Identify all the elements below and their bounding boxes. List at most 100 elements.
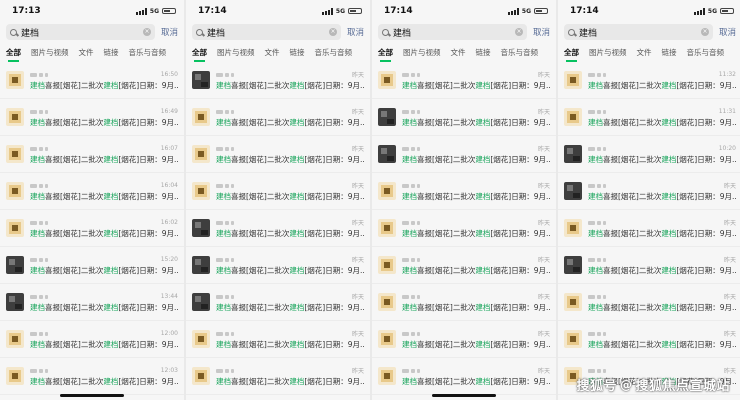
message-meta: 昨天 建档喜报[烟花]二批次建档[烟花]日期：9月... (402, 254, 550, 276)
list-item[interactable]: 昨天 建档喜报[烟花]二批次建档[烟花]日期：9月... (558, 284, 740, 321)
list-item[interactable]: 昨天 建档喜报[烟花]二批次建档[烟花]日期：9月... (186, 136, 370, 173)
blurred-sender (402, 72, 420, 77)
clear-icon[interactable]: × (328, 28, 337, 36)
tab-3[interactable]: 链接 (290, 47, 305, 58)
list-item[interactable]: 15:20 建档喜报[烟花]二批次建档[烟花]日期：9月... (0, 247, 184, 284)
message-time: 昨天 (351, 294, 364, 301)
message-time: 昨天 (537, 257, 550, 264)
message-text-tail: [烟花]日期：9月... (304, 81, 364, 90)
list-item[interactable]: 16:02 建档喜报[烟花]二批次建档[烟花]日期：9月... (0, 210, 184, 247)
keyword-highlight: 建档 (588, 81, 603, 90)
cancel-button[interactable]: 取消 (347, 26, 364, 38)
tab-0[interactable]: 全部 (6, 47, 21, 62)
list-item[interactable]: 昨天 建档喜报[烟花]二批次建档[烟花]日期：9月... (186, 62, 370, 99)
search-icon (382, 28, 389, 36)
search-input[interactable]: 建档 × (564, 24, 713, 40)
tab-2[interactable]: 文件 (79, 47, 94, 58)
tab-4[interactable]: 音乐与音频 (501, 47, 539, 58)
list-item[interactable]: 昨天 建档喜报[烟花]二批次建档[烟花]日期：9月... (186, 321, 370, 358)
message-text: 喜报[烟花]二批次 (231, 266, 290, 275)
message-time: 昨天 (351, 368, 364, 375)
avatar (192, 256, 210, 274)
blurred-sender (402, 109, 420, 114)
tab-0[interactable]: 全部 (192, 47, 207, 62)
tab-0[interactable]: 全部 (378, 47, 393, 62)
tab-3[interactable]: 链接 (104, 47, 119, 58)
list-item[interactable]: 昨天 建档喜报[烟花]二批次建档[烟花]日期：9月... (186, 247, 370, 284)
list-item[interactable]: 昨天 建档喜报[烟花]二批次建档[烟花]日期：9月... (372, 99, 556, 136)
message-preview: 建档喜报[烟花]二批次建档[烟花]日期：9月... (216, 302, 364, 313)
status-time: 17:14 (384, 6, 413, 16)
list-item[interactable]: 昨天 建档喜报[烟花]二批次建档[烟花]日期：9月... (186, 173, 370, 210)
list-item[interactable]: 12:00 建档喜报[烟花]二批次建档[烟花]日期：9月... (0, 321, 184, 358)
message-time: 昨天 (723, 294, 736, 301)
tab-1[interactable]: 图片与视频 (217, 47, 255, 58)
message-text: 喜报[烟花]二批次 (603, 155, 662, 164)
clear-icon[interactable]: × (142, 28, 151, 36)
message-text-tail: [烟花]日期：9月... (676, 81, 736, 90)
list-item[interactable]: 16:50 建档喜报[烟花]二批次建档[烟花]日期：9月... (0, 62, 184, 99)
list-item[interactable]: 昨天 建档喜报[烟花]二批次建档[烟花]日期：9月... (372, 247, 556, 284)
list-item[interactable]: 昨天 建档喜报[烟花]二批次建档[烟花]日期：9月... (186, 358, 370, 395)
keyword-highlight: 建档 (661, 340, 677, 349)
list-item[interactable]: 11:31 建档喜报[烟花]二批次建档[烟花]日期：9月... (558, 99, 740, 136)
tab-2[interactable]: 文件 (265, 47, 280, 58)
keyword-highlight: 建档 (588, 266, 603, 275)
tab-3[interactable]: 链接 (476, 47, 491, 58)
message-time: 16:50 (160, 71, 178, 78)
search-input[interactable]: 建档 × (192, 24, 341, 40)
search-input[interactable]: 建档 × (6, 24, 155, 40)
battery-icon (162, 8, 176, 14)
avatar (378, 219, 396, 237)
list-item[interactable]: 昨天 建档喜报[烟花]二批次建档[烟花]日期：9月... (372, 321, 556, 358)
blurred-sender (30, 220, 48, 225)
list-item[interactable]: 昨天 建档喜报[烟花]二批次建档[烟花]日期：9月... (558, 247, 740, 284)
keyword-highlight: 建档 (30, 229, 45, 238)
tab-2[interactable]: 文件 (451, 47, 466, 58)
message-preview: 建档喜报[烟花]二批次建档[烟花]日期：9月... (216, 117, 364, 128)
blurred-sender (30, 109, 48, 114)
list-item[interactable]: 昨天 建档喜报[烟花]二批次建档[烟花]日期：9月... (372, 284, 556, 321)
list-item[interactable]: 昨天 建档喜报[烟花]二批次建档[烟花]日期：9月... (372, 173, 556, 210)
tab-4[interactable]: 音乐与音频 (129, 47, 167, 58)
keyword-highlight: 建档 (588, 340, 603, 349)
list-item[interactable]: 昨天 建档喜报[烟花]二批次建档[烟花]日期：9月... (186, 99, 370, 136)
list-item[interactable]: 昨天 建档喜报[烟花]二批次建档[烟花]日期：9月... (372, 358, 556, 395)
keyword-highlight: 建档 (103, 81, 119, 90)
list-item[interactable]: 昨天 建档喜报[烟花]二批次建档[烟花]日期：9月... (186, 284, 370, 321)
message-text-tail: [烟花]日期：9月... (676, 229, 736, 238)
list-item[interactable]: 11:32 建档喜报[烟花]二批次建档[烟花]日期：9月... (558, 62, 740, 99)
tab-0[interactable]: 全部 (564, 47, 579, 62)
cancel-button[interactable]: 取消 (719, 26, 736, 38)
list-item[interactable]: 昨天 建档喜报[烟花]二批次建档[烟花]日期：9月... (558, 321, 740, 358)
tab-4[interactable]: 音乐与音频 (687, 47, 725, 58)
list-item[interactable]: 16:07 建档喜报[烟花]二批次建档[烟花]日期：9月... (0, 136, 184, 173)
cancel-button[interactable]: 取消 (533, 26, 550, 38)
list-item[interactable]: 昨天 建档喜报[烟花]二批次建档[烟花]日期：9月... (372, 62, 556, 99)
message-time: 昨天 (537, 294, 550, 301)
message-time: 昨天 (537, 368, 550, 375)
avatar (192, 145, 210, 163)
list-item[interactable]: 昨天 建档喜报[烟花]二批次建档[烟花]日期：9月... (186, 210, 370, 247)
search-input[interactable]: 建档 × (378, 24, 527, 40)
list-item[interactable]: 16:49 建档喜报[烟花]二批次建档[烟花]日期：9月... (0, 99, 184, 136)
list-item[interactable]: 昨天 建档喜报[烟花]二批次建档[烟花]日期：9月... (558, 173, 740, 210)
tab-1[interactable]: 图片与视频 (403, 47, 441, 58)
tab-2[interactable]: 文件 (637, 47, 652, 58)
clear-icon[interactable]: × (514, 28, 523, 36)
tab-1[interactable]: 图片与视频 (589, 47, 627, 58)
list-item[interactable]: 昨天 建档喜报[烟花]二批次建档[烟花]日期：9月... (372, 136, 556, 173)
avatar (564, 108, 582, 126)
list-item[interactable]: 13:44 建档喜报[烟花]二批次建档[烟花]日期：9月... (0, 284, 184, 321)
tab-4[interactable]: 音乐与音频 (315, 47, 353, 58)
tab-3[interactable]: 链接 (662, 47, 677, 58)
list-item[interactable]: 10:20 建档喜报[烟花]二批次建档[烟花]日期：9月... (558, 136, 740, 173)
list-item[interactable]: 16:04 建档喜报[烟花]二批次建档[烟花]日期：9月... (0, 173, 184, 210)
clear-icon[interactable]: × (700, 28, 709, 36)
status-bar: 17:14 5G (558, 0, 740, 22)
list-item[interactable]: 昨天 建档喜报[烟花]二批次建档[烟花]日期：9月... (372, 210, 556, 247)
cancel-button[interactable]: 取消 (161, 26, 178, 38)
tab-1[interactable]: 图片与视频 (31, 47, 69, 58)
list-item[interactable]: 12:03 建档喜报[烟花]二批次建档[烟花]日期：9月... (0, 358, 184, 395)
list-item[interactable]: 昨天 建档喜报[烟花]二批次建档[烟花]日期：9月... (558, 210, 740, 247)
